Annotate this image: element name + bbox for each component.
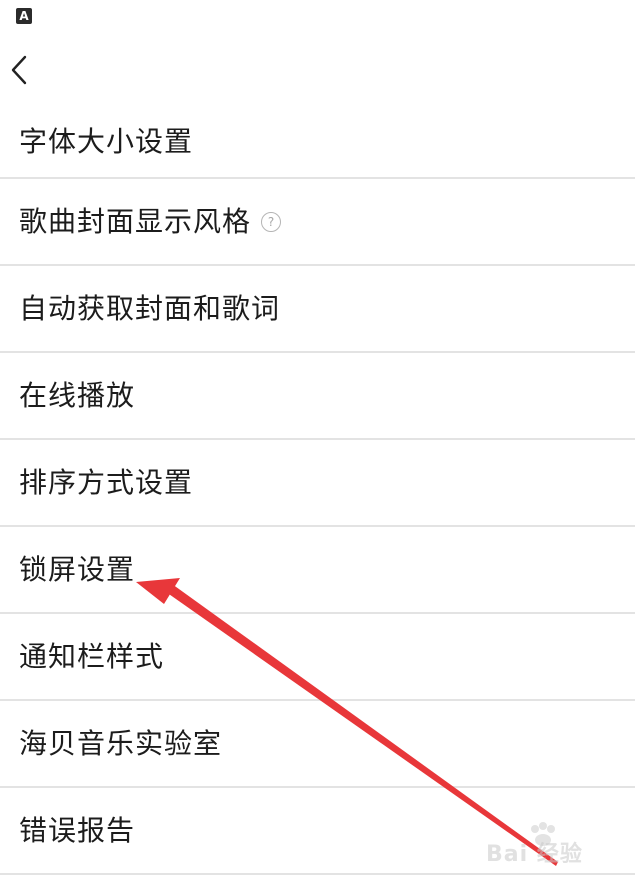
label-text: 锁屏设置 bbox=[19, 552, 136, 586]
settings-item-online-play[interactable]: 在线播放 bbox=[0, 353, 635, 440]
status-bar: A bbox=[0, 0, 635, 36]
settings-item-cover-style[interactable]: 歌曲封面显示风格? bbox=[0, 179, 635, 266]
settings-item-label: 歌曲封面显示风格? bbox=[19, 204, 282, 239]
chevron-left-icon bbox=[11, 55, 27, 85]
settings-item-notification-style[interactable]: 通知栏样式 bbox=[0, 614, 635, 701]
settings-item-label: 错误报告 bbox=[19, 814, 135, 848]
label-text: 错误报告 bbox=[19, 813, 136, 847]
label-text: 字体大小设置 bbox=[19, 124, 194, 158]
settings-item-error-report[interactable]: 错误报告 bbox=[0, 788, 635, 875]
label-text: 通知栏样式 bbox=[19, 639, 165, 673]
label-text: 海贝音乐实验室 bbox=[19, 726, 223, 760]
settings-item-font-size[interactable]: 字体大小设置 bbox=[0, 106, 635, 179]
settings-item-label: 锁屏设置 bbox=[19, 553, 135, 587]
settings-list: 字体大小设置 歌曲封面显示风格? 自动获取封面和歌词 在线播放 排序方式设置 锁… bbox=[0, 106, 635, 891]
settings-item-label: 自动获取封面和歌词 bbox=[19, 292, 280, 326]
label-text: 自动获取封面和歌词 bbox=[19, 291, 281, 325]
nav-bar bbox=[0, 36, 635, 106]
back-button[interactable] bbox=[4, 50, 38, 90]
settings-item-auto-fetch[interactable]: 自动获取封面和歌词 bbox=[0, 266, 635, 353]
text-a-icon: A bbox=[16, 8, 32, 24]
label-text: 排序方式设置 bbox=[19, 465, 194, 499]
settings-item-sort-order[interactable]: 排序方式设置 bbox=[0, 440, 635, 527]
settings-item-lock-screen[interactable]: 锁屏设置 bbox=[0, 527, 635, 614]
settings-item-label: 通知栏样式 bbox=[19, 640, 164, 674]
label-text: 在线播放 bbox=[19, 378, 136, 412]
settings-item-label: 字体大小设置 bbox=[19, 125, 193, 159]
label-text: 歌曲封面显示风格 bbox=[19, 204, 252, 238]
settings-item-lab[interactable]: 海贝音乐实验室 bbox=[0, 701, 635, 788]
settings-item-label: 海贝音乐实验室 bbox=[19, 727, 222, 761]
settings-item-label: 排序方式设置 bbox=[19, 466, 193, 500]
help-icon[interactable]: ? bbox=[261, 211, 282, 232]
settings-item-label: 在线播放 bbox=[19, 379, 135, 413]
